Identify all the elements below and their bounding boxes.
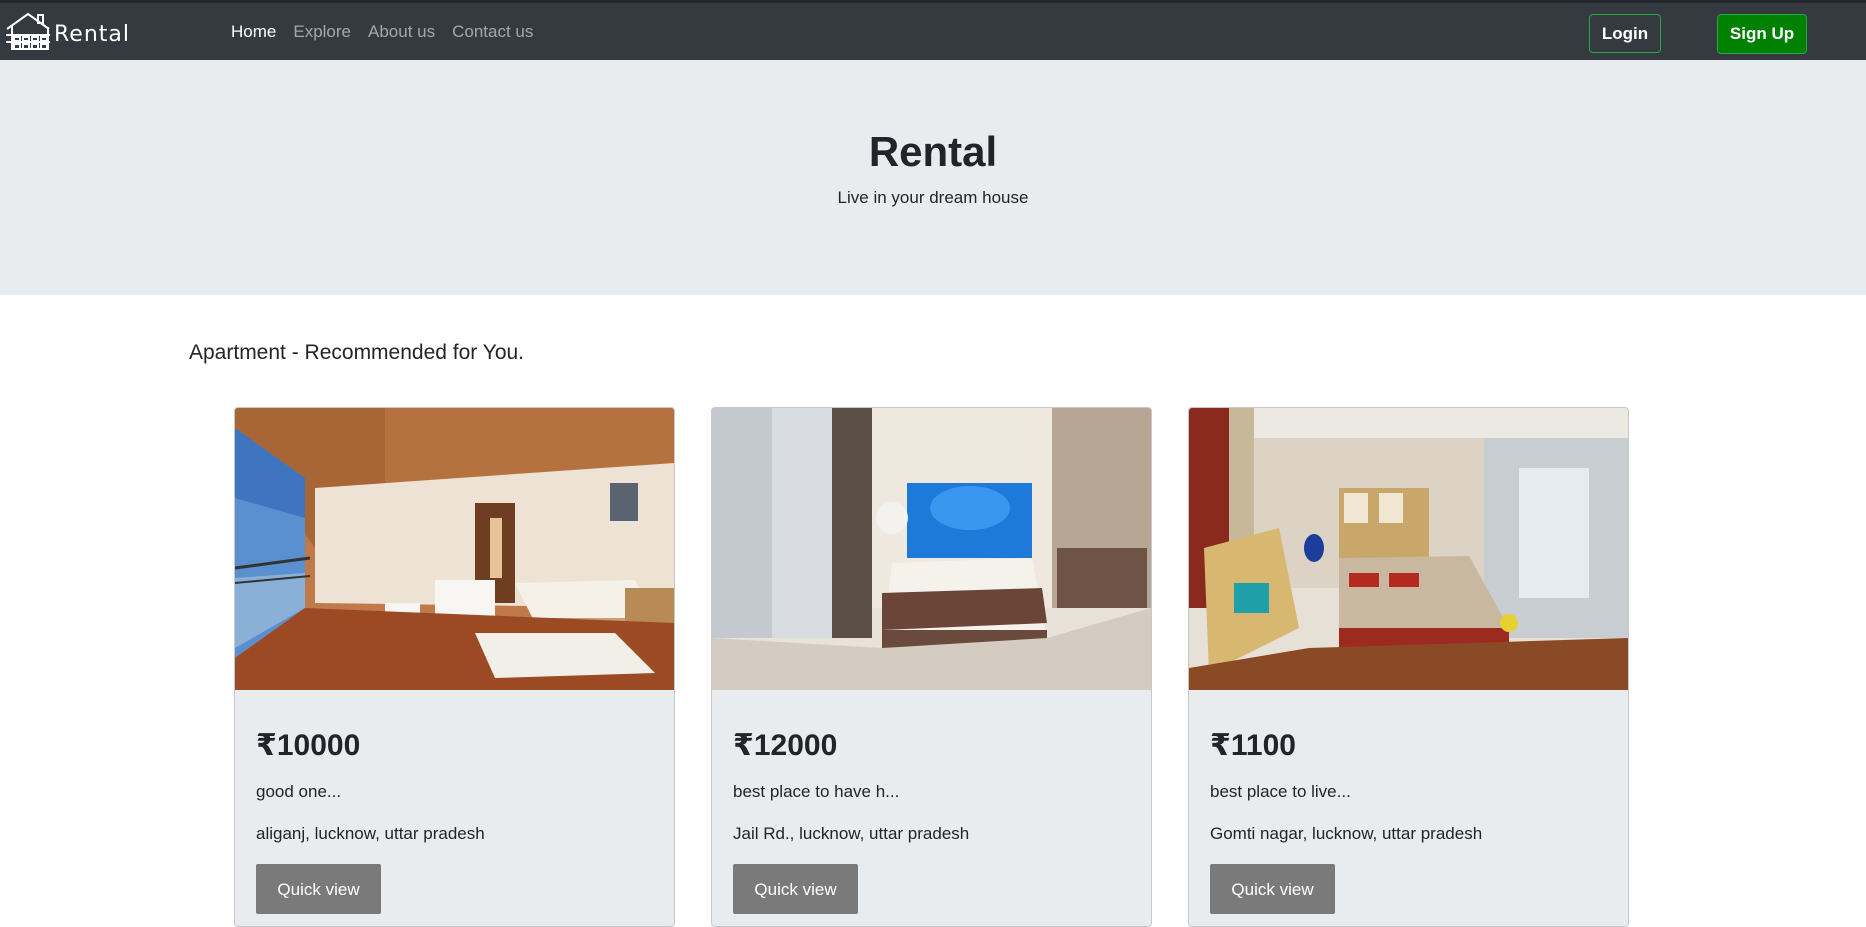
- apartment-card: ₹1100 best place to live... Gomti nagar,…: [1188, 407, 1629, 927]
- hero-title: Rental: [868, 128, 998, 175]
- hero-jumbotron: Rental Live in your dream house: [0, 60, 1866, 295]
- card-location: Gomti nagar, lucknow, uttar pradesh: [1210, 824, 1483, 843]
- card-location: aliganj, lucknow, uttar pradesh: [256, 824, 485, 843]
- card-description: best place to live...: [1210, 782, 1351, 801]
- top-navbar: Rental Home Explore About us Contact us …: [0, 0, 1866, 60]
- room-photo-balcony[interactable]: [235, 408, 674, 690]
- quick-view-button[interactable]: Quick view: [1210, 864, 1335, 914]
- apartment-card: ₹10000 good one... aliganj, lucknow, utt…: [234, 407, 675, 927]
- login-button[interactable]: Login: [1589, 14, 1661, 53]
- brand-logo[interactable]: Rental: [4, 7, 130, 51]
- house-logo-icon: [4, 11, 52, 51]
- quick-view-button[interactable]: Quick view: [733, 864, 858, 914]
- nav-link-explore[interactable]: Explore: [293, 22, 351, 42]
- signup-button[interactable]: Sign Up: [1717, 14, 1807, 54]
- card-location: Jail Rd., lucknow, uttar pradesh: [733, 824, 970, 843]
- room-photo-armchair[interactable]: [1189, 408, 1628, 690]
- nav-link-about[interactable]: About us: [368, 22, 435, 42]
- card-description: good one...: [256, 782, 342, 801]
- main-nav: Home Explore About us Contact us: [231, 3, 550, 60]
- apartment-card: ₹12000 best place to have h... Jail Rd.,…: [711, 407, 1152, 927]
- nav-link-home[interactable]: Home: [231, 22, 276, 42]
- card-price: ₹12000: [733, 729, 838, 762]
- nav-link-contact[interactable]: Contact us: [452, 22, 533, 42]
- card-description: best place to have h...: [733, 782, 900, 801]
- room-photo-blue-headboard[interactable]: [712, 408, 1151, 690]
- card-price: ₹1100: [1210, 729, 1296, 762]
- card-price: ₹10000: [256, 729, 361, 762]
- hero-subtitle: Live in your dream house: [837, 188, 1029, 207]
- brand-name: Rental: [54, 22, 130, 47]
- quick-view-button[interactable]: Quick view: [256, 864, 381, 914]
- section-title: Apartment - Recommended for You.: [189, 341, 525, 364]
